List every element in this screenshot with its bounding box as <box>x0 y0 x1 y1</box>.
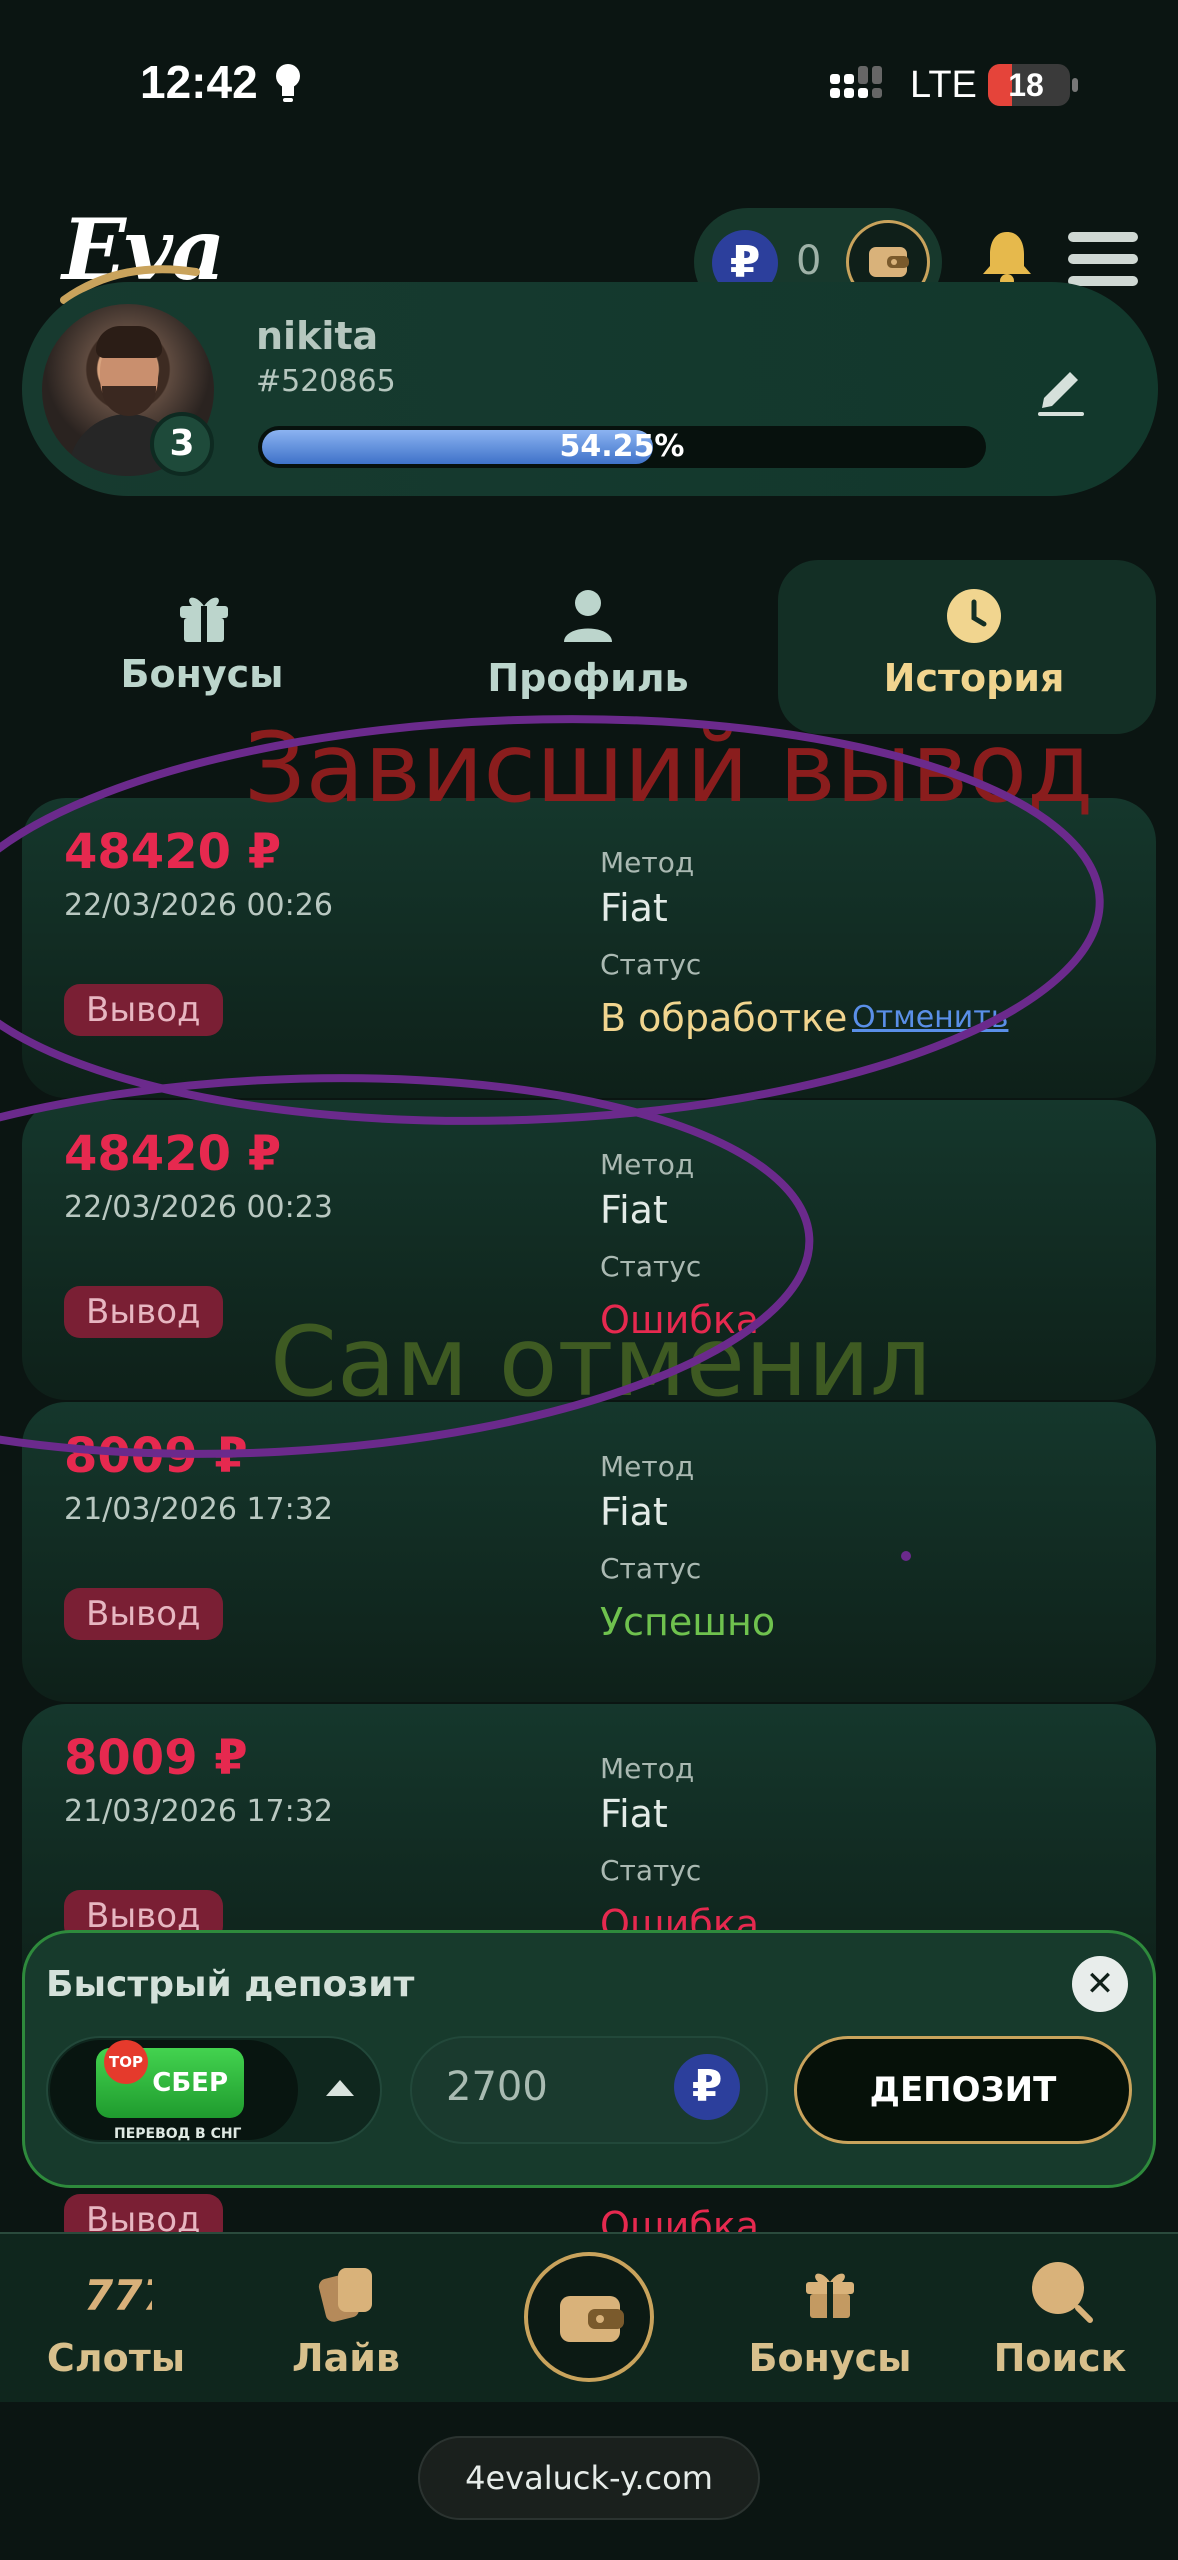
annotation-dot <box>901 1551 911 1561</box>
nav-bonuses[interactable]: Бонусы <box>730 2336 930 2380</box>
wallet-nav-button[interactable] <box>524 2252 654 2382</box>
slots-777-icon: 777 <box>84 2271 152 2320</box>
annotation-ellipse <box>0 715 1104 1125</box>
nav-search[interactable]: Поиск <box>960 2336 1160 2380</box>
nav-slots[interactable]: Слоты <box>16 2336 216 2380</box>
nav-live[interactable]: Лайв <box>246 2336 446 2380</box>
ruble-coin-icon: ₽ <box>674 2054 740 2120</box>
search-icon <box>1032 2262 1093 2323</box>
close-icon[interactable]: ✕ <box>1072 1956 1128 2012</box>
top-badge: TOP <box>104 2040 148 2084</box>
deposit-button[interactable]: ДЕПОЗИТ <box>794 2036 1132 2144</box>
live-cards-icon <box>318 2268 372 2322</box>
chevron-up-icon[interactable] <box>326 2080 354 2096</box>
wallet-icon <box>560 2296 624 2342</box>
quick-deposit-title: Быстрый депозит <box>46 1964 415 2005</box>
deposit-amount-value[interactable]: 2700 <box>446 2064 548 2110</box>
browser-url-bar[interactable]: 4evaluck-y.com <box>418 2436 760 2520</box>
payment-method-subtitle: ПЕРЕВОД В СНГ <box>114 2126 242 2142</box>
svg-text:777: 777 <box>84 2271 152 2320</box>
gift-icon <box>806 2273 854 2318</box>
